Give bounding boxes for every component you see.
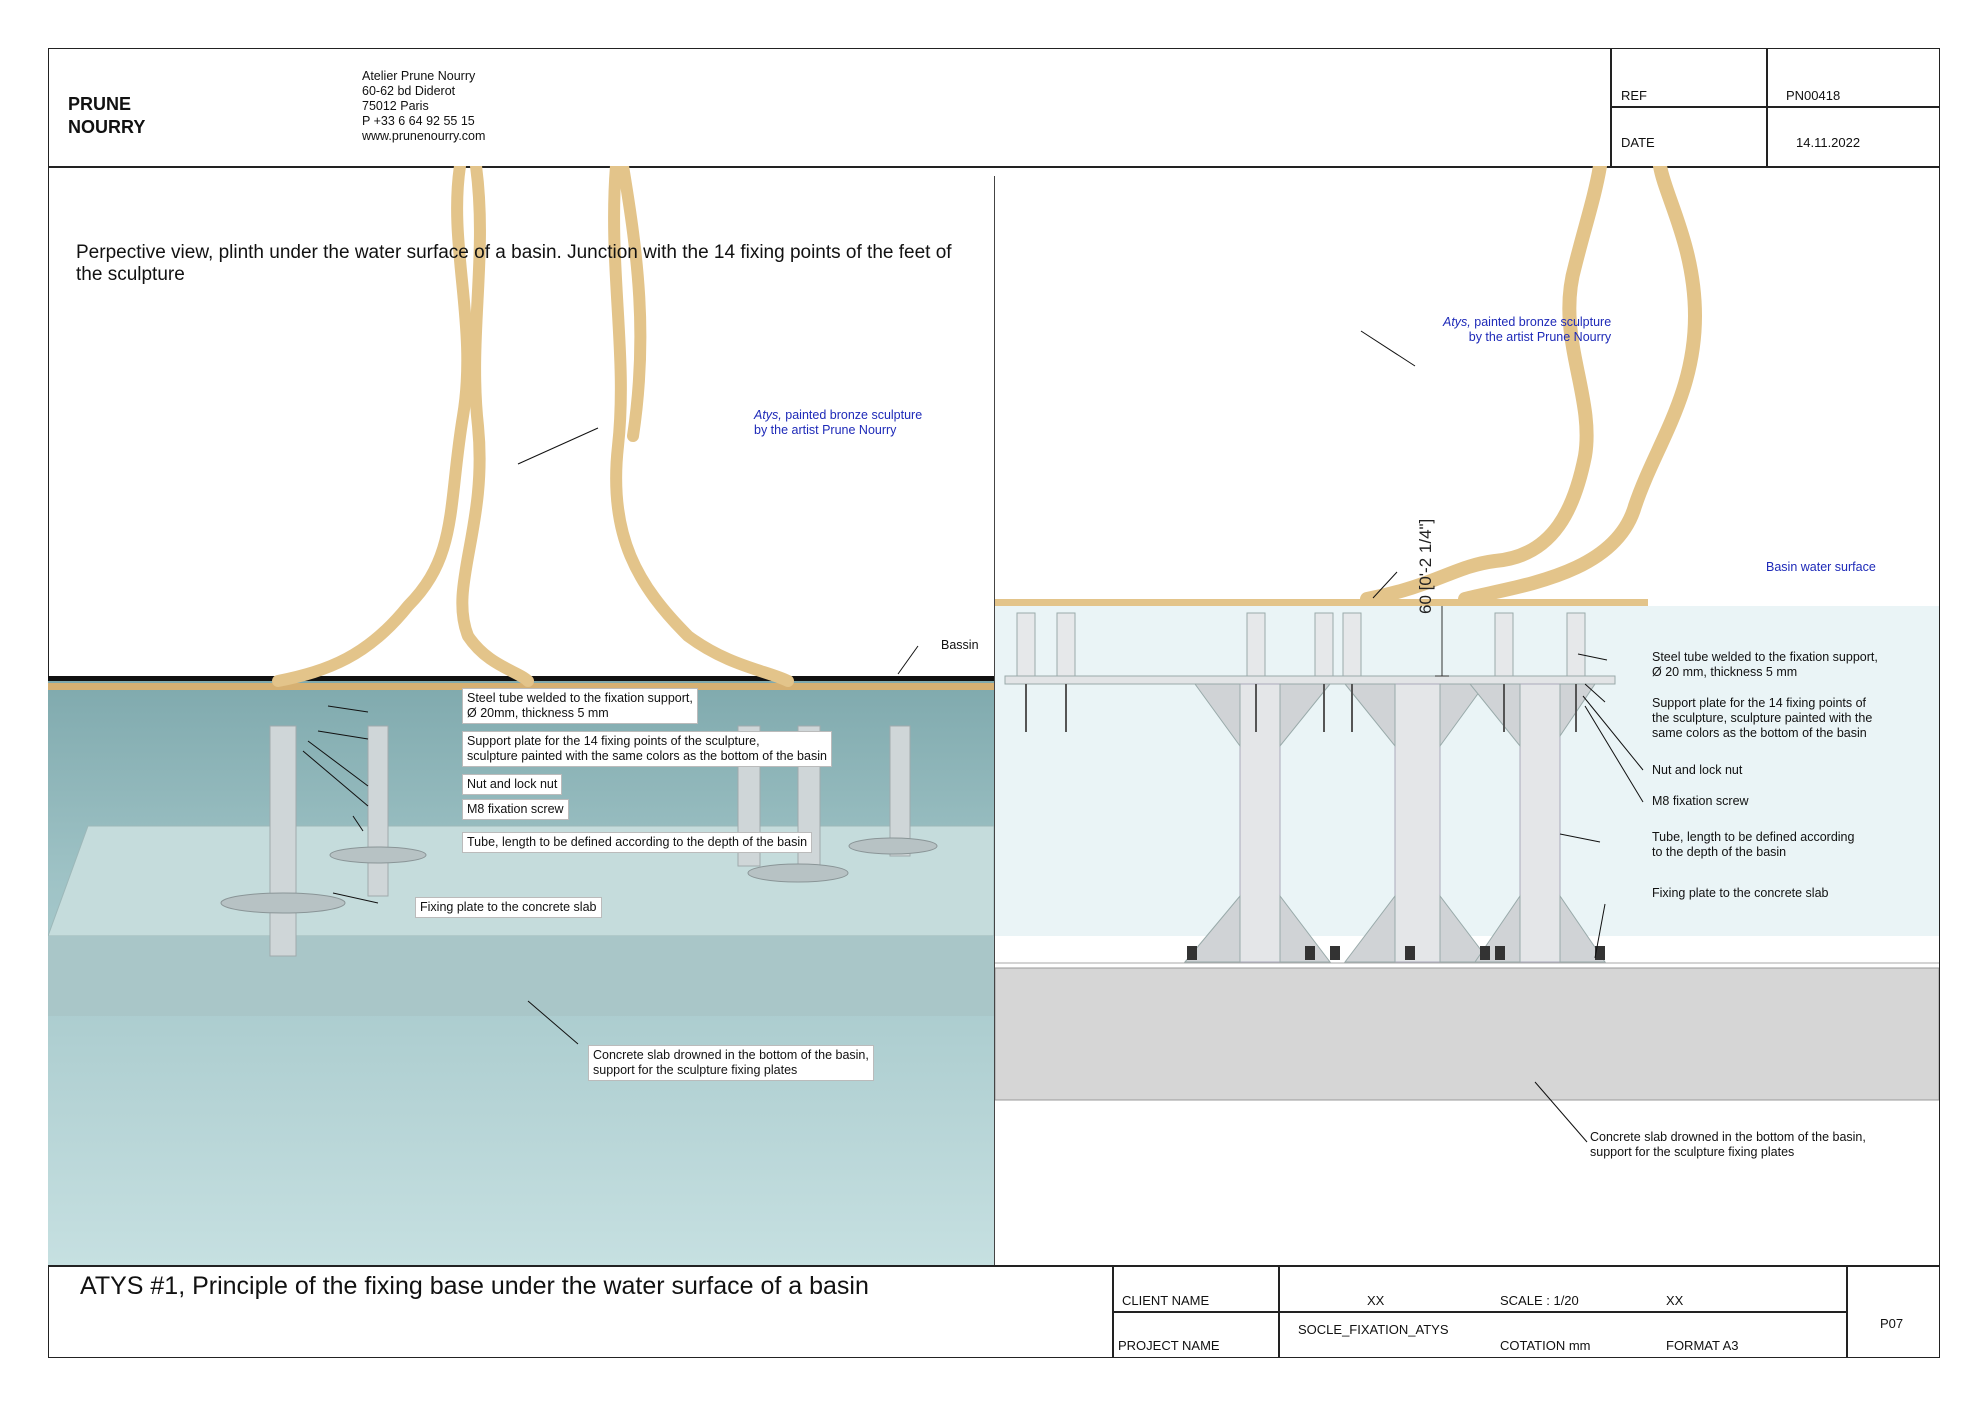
- support-plate-callout-right: Support plate for the 14 fixing points o…: [1652, 696, 1872, 741]
- sculpture-label-line1: Atys, painted bronze sculpture: [754, 408, 922, 423]
- sculpture-desc: painted bronze sculpture: [781, 408, 923, 422]
- steel-tube-callout-right: Steel tube welded to the fixation suppor…: [1652, 650, 1878, 680]
- callout-line: support for the sculpture fixing plates: [1590, 1145, 1795, 1159]
- title-block-top: [48, 1265, 1940, 1267]
- perspective-view-title: Perpective view, plinth under the water …: [76, 242, 952, 285]
- client-name-value: XX: [1367, 1293, 1385, 1308]
- scale-extra-value: XX: [1666, 1293, 1684, 1308]
- screw-callout-left: M8 fixation screw: [462, 799, 569, 820]
- date-label: DATE: [1621, 135, 1655, 150]
- callout-line: Steel tube welded to the fixation suppor…: [467, 691, 693, 705]
- studio-address: Atelier Prune Nourry 60-62 bd Diderot 75…: [362, 69, 485, 144]
- sculpture-label-line2: by the artist Prune Nourry: [1468, 330, 1612, 344]
- callout-line: Tube, length to be defined according: [1652, 830, 1855, 844]
- callout-line: sculpture painted with the same colors a…: [467, 749, 827, 763]
- callout-line: the sculpture, sculpture painted with th…: [1652, 711, 1873, 725]
- format-label: FORMAT A3: [1666, 1338, 1739, 1353]
- sculpture-name: Atys,: [754, 408, 782, 422]
- fixing-plate-callout-right: Fixing plate to the concrete slab: [1652, 886, 1829, 900]
- support-plate-callout-left: Support plate for the 14 fixing points o…: [462, 731, 832, 767]
- page-number: P07: [1880, 1316, 1904, 1331]
- nut-callout-left: Nut and lock nut: [462, 774, 563, 795]
- date-value: 14.11.2022: [1796, 135, 1861, 150]
- concrete-callout-left: Concrete slab drowned in the bottom of t…: [588, 1045, 874, 1081]
- callout-line: to the depth of the basin: [1652, 845, 1787, 859]
- meta-row-divider: [1610, 106, 1940, 108]
- address-line: 60-62 bd Diderot: [362, 84, 456, 98]
- steel-tube-callout-left: Steel tube welded to the fixation suppor…: [462, 688, 698, 724]
- fixing-plate-callout-left: Fixing plate to the concrete slab: [415, 897, 602, 918]
- title-block-divider-3: [1846, 1265, 1848, 1358]
- drawing-main-title: ATYS #1, Principle of the fixing base un…: [80, 1272, 869, 1300]
- sculpture-label-line2: by the artist Prune Nourry: [754, 423, 897, 437]
- callout-line: Support plate for the 14 fixing points o…: [467, 734, 760, 748]
- sculpture-rope: [1360, 166, 1607, 606]
- callout-line: support for the sculpture fixing plates: [593, 1063, 798, 1077]
- callout-line: Steel tube welded to the fixation suppor…: [1652, 650, 1878, 664]
- water-surface-label: Basin water surface: [1766, 560, 1876, 574]
- callout-line: Ø 20 mm, thickness 5 mm: [1652, 665, 1798, 679]
- callout-line: Support plate for the 14 fixing points o…: [1652, 696, 1867, 710]
- ref-label: REF: [1621, 88, 1647, 103]
- depth-dimension-label: 60 [0'-2 1/4"]: [1416, 519, 1435, 614]
- sculpture-name: Atys,: [1443, 315, 1471, 329]
- tube-callout-right: Tube, length to be defined according to …: [1652, 830, 1854, 860]
- address-line: P +33 6 64 92 55 15: [362, 114, 475, 128]
- concrete-callout-right: Concrete slab drowned in the bottom of t…: [1590, 1130, 1866, 1160]
- sculpture-desc: painted bronze sculpture: [1470, 315, 1612, 329]
- nut-callout-right: Nut and lock nut: [1652, 763, 1743, 777]
- screw-callout-right: M8 fixation screw: [1652, 794, 1749, 808]
- address-line: www.prunenourry.com: [362, 129, 486, 143]
- callout-line: Concrete slab drowned in the bottom of t…: [1590, 1130, 1866, 1144]
- callout-line: Ø 20mm, thickness 5 mm: [467, 706, 609, 720]
- cotation-label: COTATION mm: [1500, 1338, 1591, 1353]
- address-line: 75012 Paris: [362, 99, 429, 113]
- concrete-slab-face: [48, 936, 994, 1016]
- project-name-value: SOCLE_FIXATION_ATYS: [1298, 1322, 1449, 1337]
- brand-name-line2: NOURRY: [68, 117, 146, 137]
- scale-label: SCALE : 1/20: [1500, 1293, 1579, 1308]
- ref-value: PN00418: [1786, 88, 1841, 103]
- sculpture-label-right: Atys, painted bronze sculpture by the ar…: [1443, 315, 1611, 345]
- title-block-mid: [1112, 1311, 1846, 1313]
- sculpture-label-line1: Atys, painted bronze sculpture: [1443, 315, 1611, 330]
- sculpture-label-left: Atys, painted bronze sculpture by the ar…: [754, 408, 922, 438]
- callout-line: Concrete slab drowned in the bottom of t…: [593, 1048, 869, 1062]
- client-name-label: CLIENT NAME: [1122, 1293, 1210, 1308]
- support-plate: [1004, 675, 1616, 685]
- address-line: Atelier Prune Nourry: [362, 69, 476, 83]
- sculpture-base-rod: [995, 599, 1648, 606]
- project-name-label: PROJECT NAME: [1118, 1338, 1220, 1353]
- concrete-slab: [995, 967, 1939, 1101]
- brand-name-line1: PRUNE: [68, 94, 132, 114]
- bassin-label: Bassin: [941, 638, 979, 652]
- callout-line: same colors as the bottom of the basin: [1652, 726, 1867, 740]
- tube-callout-left: Tube, length to be defined according to …: [462, 832, 813, 853]
